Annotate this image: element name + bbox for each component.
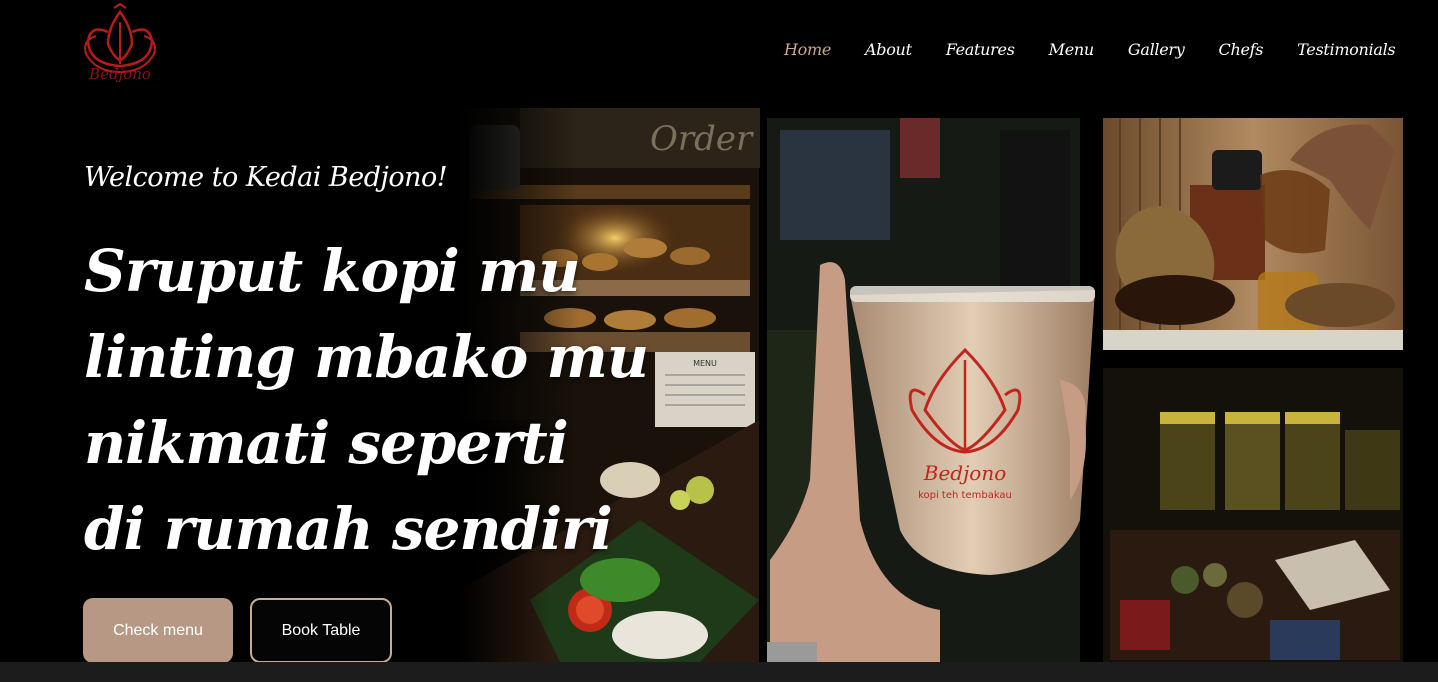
headline-line-4: di rumah sendiri xyxy=(84,495,613,563)
book-table-button[interactable]: Book Table xyxy=(250,598,392,663)
nav-testimonials[interactable]: Testimonials xyxy=(1297,40,1395,59)
main-nav: Home About Features Menu Gallery Chefs T… xyxy=(784,40,1429,59)
cup-brand-text: Bedjono xyxy=(923,461,1007,485)
nav-features[interactable]: Features xyxy=(946,40,1015,59)
nav-chefs[interactable]: Chefs xyxy=(1219,40,1264,59)
menu-board-label: MENU xyxy=(693,359,717,368)
nav-about[interactable]: About xyxy=(865,40,912,59)
hero-headline: Sruput kopi mu linting mbako mu nikmati … xyxy=(84,228,649,572)
headline-line-3: nikmati seperti xyxy=(84,409,569,477)
nav-gallery[interactable]: Gallery xyxy=(1128,40,1185,59)
hero-welcome-text: Welcome to Kedai Bedjono! xyxy=(84,162,448,193)
headline-line-1: Sruput kopi mu xyxy=(84,237,581,305)
tobacco-jars-photo xyxy=(1103,368,1403,662)
bottom-bar xyxy=(0,662,1438,682)
headline-line-2: linting mbako mu xyxy=(84,323,649,391)
nav-home[interactable]: Home xyxy=(784,40,831,59)
check-menu-button[interactable]: Check menu xyxy=(83,598,233,663)
cup-tagline-text: kopi teh tembakau xyxy=(918,490,1012,501)
nav-menu[interactable]: Menu xyxy=(1049,40,1095,59)
coffee-pour-photo xyxy=(1103,118,1403,350)
lotus-logo-icon xyxy=(84,2,156,74)
shelf-sign: Order xyxy=(650,119,754,159)
brand-logo[interactable]: Bedjono xyxy=(80,2,160,98)
brand-logo-text: Bedjono xyxy=(89,65,151,83)
coffee-cup-photo: Bedjono kopi teh tembakau xyxy=(767,118,1095,662)
